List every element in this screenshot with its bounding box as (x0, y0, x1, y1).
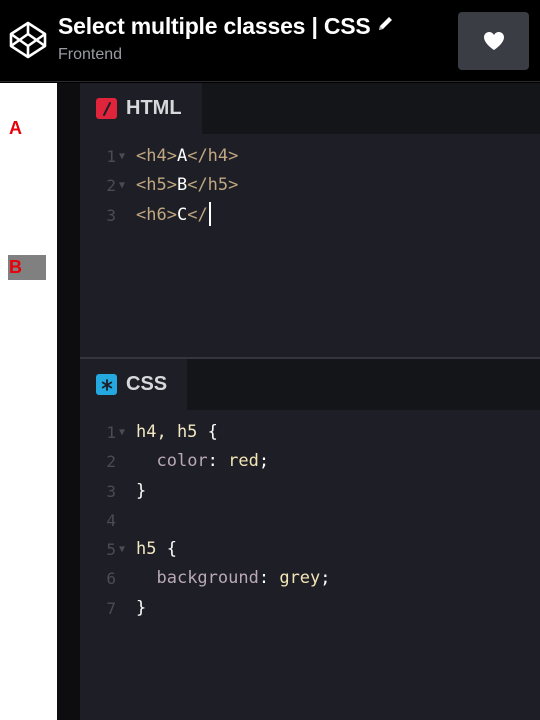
css-property: background (156, 568, 259, 589)
line-number: 6 (106, 569, 116, 589)
line-number: 2 (106, 176, 116, 196)
fold-arrow-icon[interactable]: ▼ (119, 142, 125, 171)
css-asterisk-icon (96, 374, 117, 395)
code-line: 6 background: grey; (80, 564, 540, 593)
code-line: 3 <h6>C</ (80, 201, 540, 230)
line-number: 1 (106, 423, 116, 442)
text-cursor (208, 201, 211, 226)
brace: { (156, 539, 177, 560)
tab-css-label: CSS (126, 373, 168, 395)
code-line: 1 ▼ <h4>A</h4> (80, 142, 540, 171)
code-line: 5 ▼ h5 { (80, 535, 540, 564)
pane-divider[interactable] (57, 83, 80, 720)
fold-arrow-icon[interactable]: ▼ (119, 171, 125, 200)
code-line: 7 } (80, 594, 540, 623)
brace: { (197, 422, 218, 442)
pen-title-text: Select multiple classes | CSS (58, 13, 371, 39)
brace: } (136, 480, 147, 501)
codepen-logo-icon[interactable] (8, 20, 48, 60)
html-code[interactable]: 1 ▼ <h4>A</h4> 2 ▼ <h5>B</h5> 3 <h6>C</ (80, 142, 540, 230)
result-preview[interactable]: A B (0, 83, 57, 720)
html-editor[interactable]: HTML 1 ▼ <h4>A</h4> 2 ▼ <h5>B</h5> 3 <h6… (80, 83, 540, 357)
fold-arrow-icon[interactable]: ▼ (119, 535, 125, 564)
semicolon: ; (320, 568, 331, 589)
tag-text: A (176, 146, 188, 166)
line-number: 3 (106, 205, 116, 225)
pencil-icon[interactable] (377, 15, 394, 32)
like-button[interactable] (458, 12, 529, 70)
preview-h5: B (8, 255, 46, 280)
css-selector: h5 (136, 539, 157, 560)
code-line: 1 ▼ h4, h5 { (80, 418, 540, 447)
open-tag: <h5> (136, 175, 177, 196)
close-tag: </h5> (187, 175, 239, 196)
code-line: 2 ▼ <h5>B</h5> (80, 171, 540, 200)
close-tag: </h4> (187, 146, 239, 166)
brace: } (136, 597, 147, 618)
code-line: 3 } (80, 477, 540, 506)
open-tag: <h4> (136, 146, 177, 166)
close-tag: </ (187, 204, 208, 225)
heart-icon (483, 32, 504, 50)
css-editor[interactable]: CSS 1 ▼ h4, h5 { 2 color: red; 3 } 4 5 ▼… (80, 359, 540, 720)
tag-text: B (176, 175, 188, 196)
colon: : (207, 451, 229, 472)
pen-title[interactable]: Select multiple classes | CSS (58, 13, 394, 40)
semicolon: ; (258, 451, 270, 472)
line-number: 2 (106, 452, 116, 472)
tab-html[interactable]: HTML (80, 83, 202, 134)
line-number: 3 (106, 481, 116, 501)
css-selector: h4, h5 (136, 422, 198, 442)
code-line: 2 color: red; (80, 447, 540, 476)
line-number: 5 (106, 540, 116, 560)
css-property: color (156, 451, 208, 472)
top-bar: Select multiple classes | CSS Frontend (0, 0, 540, 82)
css-value: red (228, 451, 259, 472)
tab-html-label: HTML (126, 97, 182, 119)
tag-text: C (176, 204, 188, 225)
tab-css[interactable]: CSS (80, 359, 188, 410)
preview-h4: A (9, 118, 22, 138)
line-number: 7 (106, 598, 116, 618)
line-number: 1 (106, 147, 116, 166)
fold-arrow-icon[interactable]: ▼ (119, 418, 125, 447)
open-tag: <h6> (136, 204, 177, 225)
css-tab-bar: CSS (80, 359, 540, 410)
line-number: 4 (106, 510, 116, 530)
css-code[interactable]: 1 ▼ h4, h5 { 2 color: red; 3 } 4 5 ▼ h5 … (80, 418, 540, 623)
pen-subtitle: Frontend (58, 46, 123, 63)
code-line: 4 (80, 506, 540, 535)
colon: : (258, 568, 280, 589)
html-tab-bar: HTML (80, 83, 540, 134)
html-slash-icon (96, 98, 117, 119)
css-value: grey (279, 568, 321, 589)
